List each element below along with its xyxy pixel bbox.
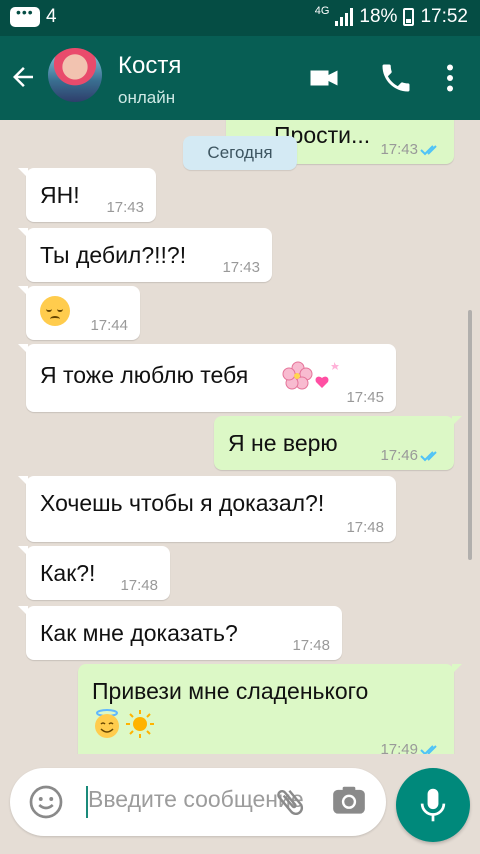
signal-icon [335,8,354,26]
compose-bar: Введите сообщение [0,754,480,854]
message-time: 17:48 [292,637,330,654]
read-ticks-icon [420,451,437,462]
read-ticks-icon [420,145,437,156]
message-bubble-outgoing[interactable]: Я не верю 17:46 [214,416,462,470]
message-time: 17:49 [380,741,418,754]
network-type: 4G [314,5,330,17]
battery-icon [403,8,415,26]
camera-icon[interactable] [330,782,368,820]
message-time: 17:43 [106,199,144,216]
message-text: Ты дебил?!!?! [40,242,187,268]
notification-count: 4 [46,6,57,27]
message-time: 17:43 [222,259,260,276]
message-time: 17:43 [380,141,418,158]
message-bubble-incoming[interactable]: Ты дебил?!!?! 17:43 [18,228,272,282]
message-time: 17:44 [90,317,128,334]
scrollbar[interactable] [468,310,472,560]
date-separator: Сегодня [183,136,297,170]
status-bar: 4 4G 18% 17:52 [0,0,480,36]
message-bubble-incoming[interactable]: ЯН! 17:43 [18,168,156,222]
message-bubble-outgoing[interactable]: Привези мне сладенького 17:49 [78,664,462,754]
message-bubble-incoming[interactable]: Как?! 17:48 [18,546,170,600]
message-notification-icon [10,4,40,27]
message-text: Я тоже люблю тебя [40,362,249,388]
message-text: Хочешь чтобы я доказал?! [40,490,325,516]
message-bubble-incoming[interactable]: Как мне доказать? 17:48 [18,606,342,660]
contact-name[interactable]: Костя [118,52,181,80]
message-text: Как мне доказать? [40,620,238,646]
message-time: 17:48 [346,519,384,536]
mic-icon [420,788,446,822]
message-time: 17:48 [120,577,158,594]
more-vert-icon[interactable] [432,60,468,96]
message-time: 17:46 [380,447,418,464]
mic-button[interactable] [396,768,470,842]
clock: 17:52 [420,6,468,27]
message-text: Привези мне сладенького [92,678,369,704]
halo-sun-emoji-icon [95,709,154,738]
attach-icon[interactable] [272,784,308,820]
message-list[interactable]: Прости... 17:43 Сегодня ЯН! 17:43 Ты деб… [0,120,480,754]
message-bubble-incoming[interactable]: Я тоже люблю тебя 17:45 [18,344,396,412]
message-bubble-incoming[interactable]: Хочешь чтобы я доказал?! 17:48 [18,476,396,542]
message-text: Я не верю [228,430,338,456]
video-call-icon[interactable] [306,60,342,96]
contact-avatar[interactable] [48,48,102,102]
read-ticks-icon [420,745,437,754]
message-input[interactable]: Введите сообщение [10,768,386,836]
chat-header: Костя онлайн [0,36,480,120]
pensive-face-icon [40,296,70,326]
message-time: 17:45 [346,389,384,406]
message-bubble-incoming[interactable]: 17:44 [18,286,140,340]
emoji-icon[interactable] [28,784,64,820]
cherry-blossom-heart-icon [282,361,339,390]
phone-icon[interactable] [378,60,414,96]
message-text: Как?! [40,560,96,586]
back-arrow-icon[interactable] [8,62,38,92]
battery-percent: 18% [359,6,398,27]
contact-status: онлайн [118,88,176,107]
message-text: ЯН! [40,182,80,208]
